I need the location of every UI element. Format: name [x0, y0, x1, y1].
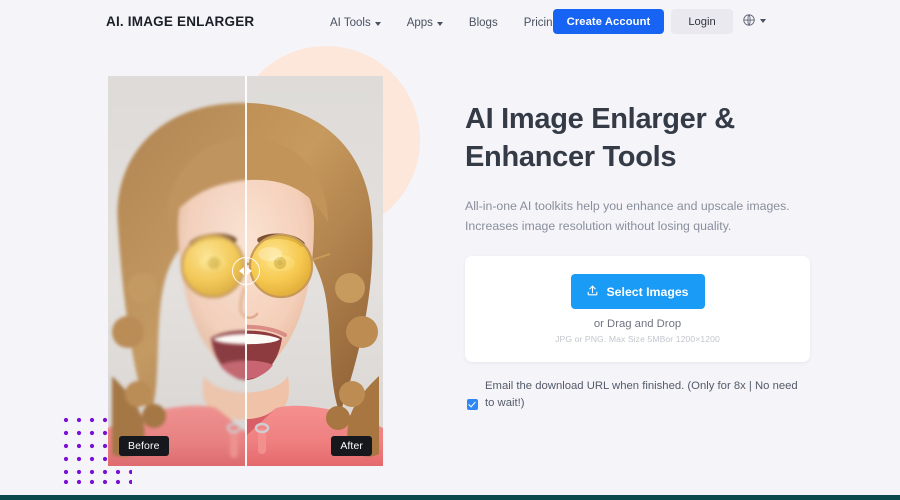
- chevron-down-icon: [760, 19, 766, 23]
- nav-item-blogs[interactable]: Blogs: [469, 17, 498, 29]
- email-url-checkbox[interactable]: [467, 399, 478, 410]
- login-button[interactable]: Login: [671, 9, 733, 34]
- create-account-button[interactable]: Create Account: [553, 9, 664, 34]
- globe-language-icon: [742, 13, 756, 27]
- email-url-label: Email the download URL when finished. (O…: [485, 380, 798, 409]
- nav-item-ai-tools[interactable]: AI Tools: [330, 17, 381, 29]
- nav-label: Apps: [406, 17, 433, 29]
- before-after-comparison[interactable]: Before After: [108, 76, 383, 466]
- page-title-line1: AI Image Enlarger &: [465, 103, 735, 135]
- language-selector[interactable]: [742, 13, 766, 27]
- before-label: Before: [119, 436, 169, 456]
- select-images-button[interactable]: Select Images: [570, 274, 705, 309]
- select-images-label: Select Images: [606, 284, 689, 299]
- email-url-option[interactable]: Email the download URL when finished. (O…: [465, 378, 810, 412]
- page-title-line2: Enhancer Tools: [465, 141, 677, 173]
- chevron-down-icon: [436, 22, 443, 26]
- hero-content: AI Image Enlarger & Enhancer Tools All-i…: [465, 100, 810, 412]
- hero-subtitle: All-in-one AI toolkits help you enhance …: [465, 196, 810, 236]
- hero-subtitle-line2: Increases image resolution without losin…: [465, 219, 732, 233]
- upload-constraints-text: JPG or PNG. Max Size 5MBor 1200×1200: [555, 334, 720, 344]
- nav-label: AI Tools: [330, 17, 371, 29]
- chevron-down-icon: [374, 22, 381, 26]
- hero-subtitle-line1: All-in-one AI toolkits help you enhance …: [465, 199, 790, 213]
- nav-label: Blogs: [468, 17, 498, 29]
- arrow-right-icon: [247, 267, 252, 275]
- page-title: AI Image Enlarger & Enhancer Tools: [465, 100, 810, 176]
- arrow-left-icon: [239, 267, 244, 275]
- after-label: After: [331, 436, 372, 456]
- footer-accent-bar: [0, 495, 900, 500]
- drag-and-drop-text: or Drag and Drop: [593, 318, 682, 330]
- upload-dropzone[interactable]: Select Images or Drag and Drop JPG or PN…: [465, 256, 810, 362]
- nav-item-apps[interactable]: Apps: [407, 17, 443, 29]
- upload-icon: [586, 284, 599, 300]
- main-nav: AI Tools Apps Blogs Pricing: [330, 13, 585, 33]
- brand-logo[interactable]: AI. IMAGE ENLARGER: [106, 14, 254, 29]
- site-header: AI. IMAGE ENLARGER AI Tools Apps Blogs P…: [0, 0, 900, 44]
- slider-handle-icon[interactable]: [231, 257, 260, 285]
